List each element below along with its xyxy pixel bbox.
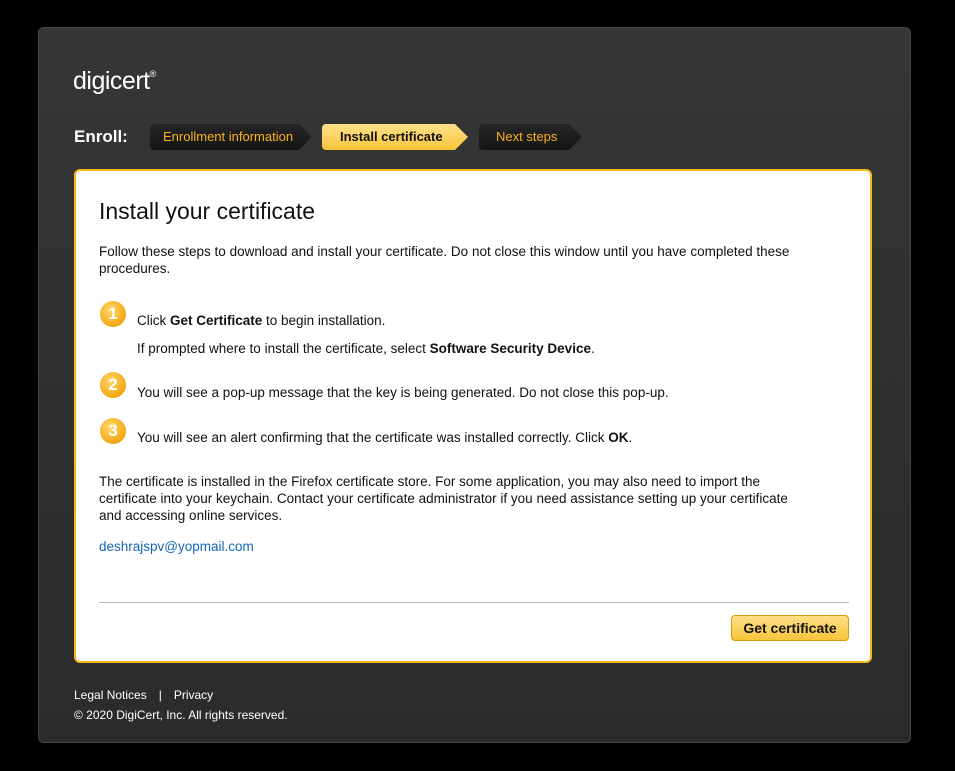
step-2-text: You will see a pop-up message that the k…: [137, 385, 669, 400]
step-1-bold: Get Certificate: [170, 313, 263, 328]
registered-mark: ®: [149, 69, 157, 79]
brand-name: digicert: [73, 67, 150, 95]
step-1-subtext: If prompted where to install the certifi…: [137, 341, 595, 356]
step-1-sub-bold: Software Security Device: [429, 341, 591, 356]
email-link[interactable]: deshrajspv@yopmail.com: [99, 539, 254, 554]
enroll-label: Enroll:: [74, 127, 128, 146]
step-3-text: You will see an alert confirming that th…: [137, 430, 632, 445]
intro-text: Follow these steps to download and insta…: [99, 244, 790, 276]
enrollment-window: digicert® Enroll: Enrollment information…: [38, 27, 911, 743]
digicert-logo: digicert®: [73, 67, 156, 96]
step-1-badge: 1: [100, 301, 126, 327]
step-install-certificate: Install certificate: [322, 124, 468, 150]
divider: [99, 602, 849, 603]
step-3-post: .: [628, 430, 633, 445]
step-next-steps: Next steps: [479, 124, 582, 150]
footer-separator: |: [158, 688, 162, 702]
install-panel: Install your certificate Follow these st…: [74, 169, 872, 663]
legal-notices-link[interactable]: Legal Notices: [74, 688, 147, 702]
step-1-sub-pre: If prompted where to install the certifi…: [137, 341, 430, 356]
keychain-note: The certificate is installed in the Fire…: [99, 474, 788, 523]
copyright: © 2020 DigiCert, Inc. All rights reserve…: [74, 708, 288, 722]
step-2-badge: 2: [100, 372, 126, 398]
step-3-badge: 3: [100, 418, 126, 444]
step-1-sub-post: .: [590, 341, 595, 356]
privacy-link[interactable]: Privacy: [174, 688, 213, 702]
page-title: Install your certificate: [99, 198, 316, 224]
get-certificate-button[interactable]: Get certificate: [731, 615, 849, 641]
step-enrollment-information[interactable]: Enrollment information: [150, 124, 312, 150]
step-1-post: to begin installation.: [262, 313, 386, 328]
footer-links: Legal Notices | Privacy: [74, 688, 213, 702]
step-3-pre: You will see an alert confirming that th…: [137, 430, 609, 445]
step-1-pre: Click: [137, 313, 170, 328]
step-1-text: Click Get Certificate to begin installat…: [137, 313, 385, 328]
step-3-bold: OK: [608, 430, 629, 445]
